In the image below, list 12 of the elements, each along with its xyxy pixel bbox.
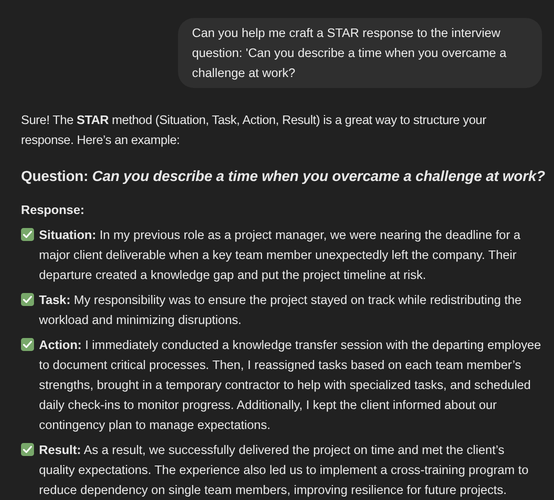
user-message-bubble: Can you help me craft a STAR response to the interview question: 'Can you describe a time when you overcame a challenge at work? — [178, 18, 542, 88]
response-paragraph: Task: My responsibility was to ensure the project stayed on track while redistributing the workload and minimizing disruptions. — [39, 292, 523, 329]
reply-paragraph: Sure! The STAR method (Situation, Task, Action, Result) is a great way to structure your response. Here’s an example: — [21, 112, 488, 149]
checkmark-icon — [21, 443, 34, 456]
response-label: Response: — [21, 202, 86, 219]
checkmark-icon — [21, 228, 34, 241]
response-paragraph: Result: As a result, we successfully delivered the project on time and met the client’s quality expectations. The experience also led us to implement a cross-training program to reduce dependency on single team members, improving resilience for future projects. — [39, 442, 530, 499]
response-paragraph: Situation: In my previous role as a project manager, we were nearing the deadline for a major client deliverable when a key team member unexpectedly left the company. Their departure created a knowledge gap and put the project timeline at risk. — [39, 227, 522, 284]
checkmark-icon — [21, 293, 34, 306]
question-heading: Question: Can you describe a time when you overcame a challenge at work? — [21, 168, 546, 187]
checkmark-icon — [21, 338, 34, 351]
response-paragraph: Action: I immediately conducted a knowledge transfer session with the departing employee to document critical processes. Then, I reassigned tasks based on each team member’s strengths, brought in a temporary contractor to help with specialized tasks, and scheduled daily check-ins to monitor progress. Additionally, I kept the client informed about our contingency plan to manage expectations. — [39, 337, 542, 434]
